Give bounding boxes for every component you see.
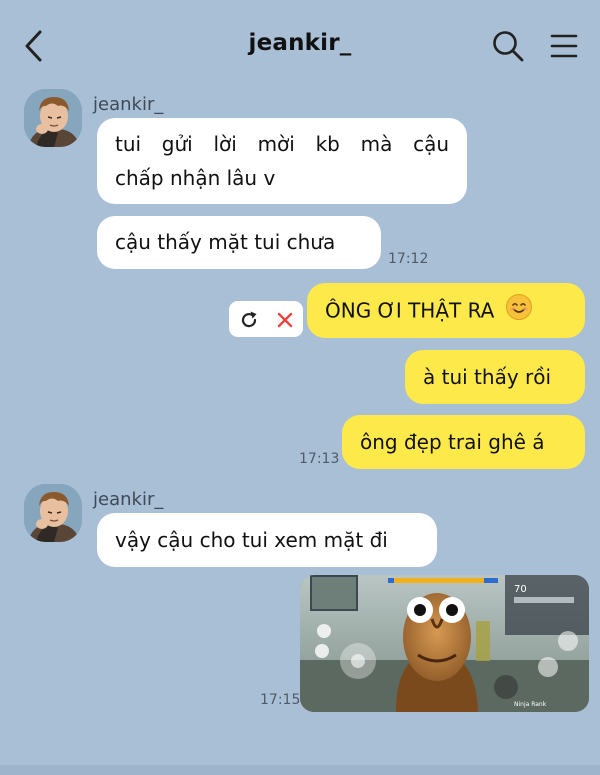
incoming-message-bubble[interactable]: cậu thấy mặt tui chưa bbox=[97, 216, 381, 269]
resend-button[interactable] bbox=[237, 308, 261, 332]
message-text: à tui thấy rồi bbox=[423, 365, 552, 389]
failed-message-actions bbox=[229, 301, 303, 337]
message-text: ÔNG ƠI THẬT RA bbox=[325, 298, 495, 323]
search-icon bbox=[493, 31, 524, 62]
close-icon bbox=[277, 312, 293, 328]
image-message-thumbnail[interactable]: 70 Ninja Rank bbox=[300, 575, 589, 712]
incoming-message-bubble[interactable]: vậy cậu cho tui xem mặt đi bbox=[97, 513, 437, 567]
message-timestamp: 17:12 bbox=[388, 251, 429, 267]
hud-ammo-text: 70 bbox=[514, 584, 527, 595]
message-text-line: tui gửi lời mời kb mà cậu bbox=[115, 132, 449, 156]
incoming-message-bubble[interactable]: tui gửi lời mời kb mà cậu chấp nhận lâu … bbox=[97, 118, 467, 204]
message-text: ông đẹp trai ghê á bbox=[360, 430, 545, 454]
hamburger-menu-icon bbox=[550, 34, 578, 58]
search-button[interactable] bbox=[490, 28, 526, 64]
menu-button[interactable] bbox=[548, 30, 580, 62]
anime-character-avatar-icon bbox=[24, 89, 82, 147]
outgoing-message-bubble[interactable]: ông đẹp trai ghê á bbox=[342, 415, 585, 469]
message-text-line: chấp nhận lâu v bbox=[115, 166, 276, 190]
hud-small-text: Ninja Rank bbox=[514, 701, 547, 708]
refresh-icon bbox=[241, 311, 257, 328]
delete-failed-button[interactable] bbox=[273, 308, 297, 332]
bottom-edge bbox=[0, 765, 600, 775]
message-timestamp: 17:15 bbox=[260, 692, 301, 708]
sender-name: jeankir_ bbox=[93, 489, 164, 510]
chat-header: jeankir_ bbox=[0, 0, 600, 92]
message-text: cậu thấy mặt tui chưa bbox=[115, 230, 336, 254]
message-timestamp: 17:13 bbox=[299, 451, 340, 467]
game-screenshot-image: 70 Ninja Rank bbox=[300, 575, 589, 712]
outgoing-message-bubble[interactable]: ÔNG ƠI THẬT RA bbox=[307, 283, 585, 338]
message-text: vậy cậu cho tui xem mặt đi bbox=[115, 528, 388, 552]
anime-character-avatar-icon bbox=[24, 484, 82, 542]
sender-avatar[interactable] bbox=[24, 89, 82, 147]
sender-name: jeankir_ bbox=[93, 94, 164, 115]
smiling-face-emoji-icon bbox=[505, 293, 533, 331]
outgoing-message-bubble[interactable]: à tui thấy rồi bbox=[405, 350, 585, 404]
sender-avatar[interactable] bbox=[24, 484, 82, 542]
